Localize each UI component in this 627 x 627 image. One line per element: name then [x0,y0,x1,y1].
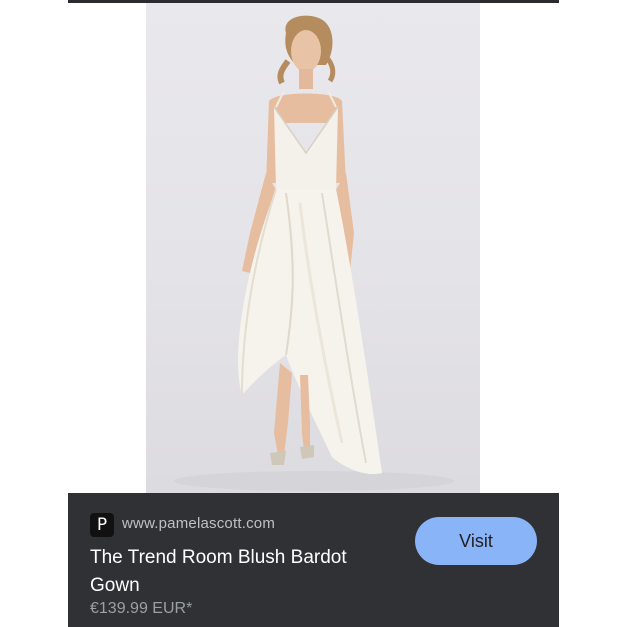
gown-photo-icon [174,15,454,491]
product-title[interactable]: The Trend Room Blush Bardot Gown [90,544,390,600]
result-card[interactable]: P www.pamelascott.com The Trend Room Blu… [68,493,559,627]
site-favicon-icon: P [90,513,114,537]
site-domain[interactable]: www.pamelascott.com [122,515,275,532]
visit-button[interactable]: Visit [415,517,537,565]
product-price: €139.99 EUR* [90,600,193,617]
result-viewer: P www.pamelascott.com The Trend Room Blu… [68,0,559,627]
product-image[interactable] [146,3,480,493]
